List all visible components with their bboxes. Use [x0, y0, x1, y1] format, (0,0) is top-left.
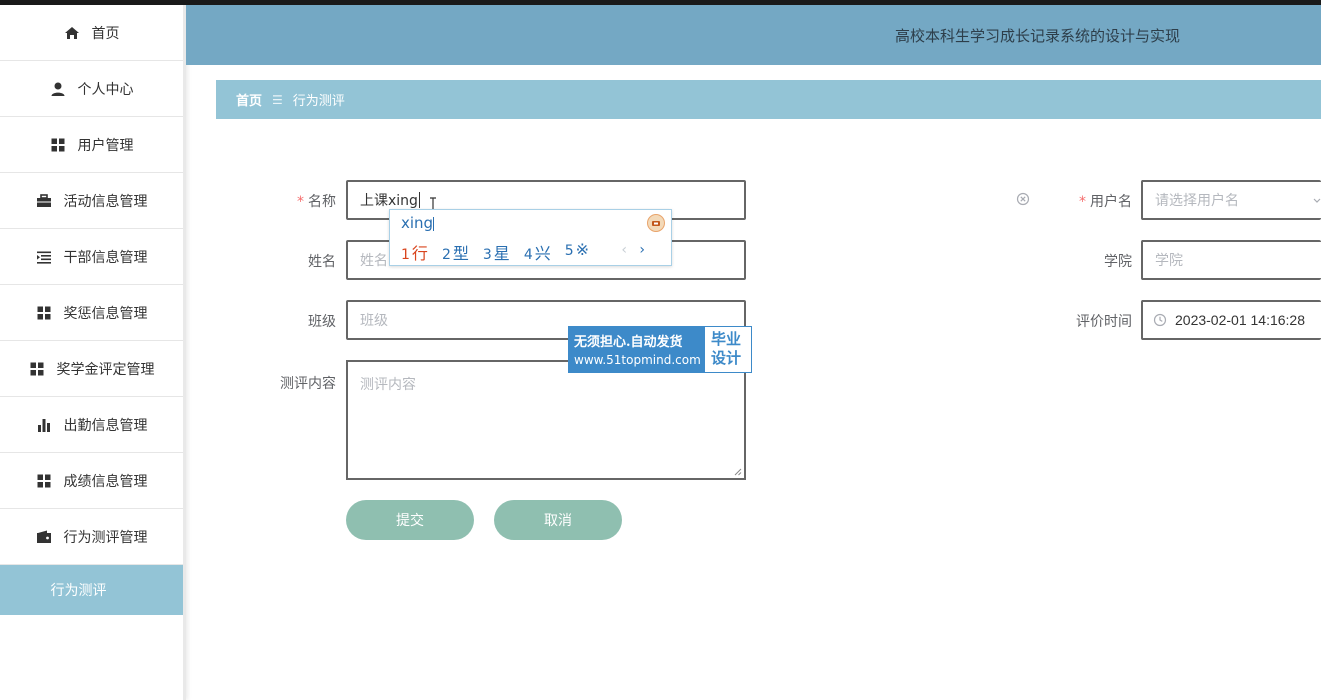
eval-time-label: 评价时间	[1076, 314, 1132, 330]
college-input-placeholder: 学院	[1155, 253, 1183, 269]
sidebar-subitem-behavior-eval[interactable]: 行为测评	[0, 565, 183, 615]
ime-candidate-list: 1行 2型 3星 4兴 5 ※	[401, 240, 603, 264]
clock-icon	[1153, 313, 1167, 327]
sidebar-item-grades[interactable]: 成绩信息管理	[0, 453, 183, 509]
breadcrumb-separator-icon: ☰	[272, 92, 283, 107]
required-mark: *	[297, 194, 304, 210]
breadcrumb: 首页 ☰ 行为测评	[216, 80, 1321, 119]
sidebar-item-scholarship[interactable]: 奖学金评定管理	[0, 341, 183, 397]
content-textarea[interactable]: 测评内容	[346, 360, 746, 480]
chevron-down-icon	[1313, 198, 1321, 203]
class-label: 班级	[308, 314, 336, 330]
breadcrumb-home[interactable]: 首页	[236, 90, 262, 109]
ime-composition: xing	[401, 214, 435, 232]
college-input[interactable]: 学院	[1141, 240, 1321, 280]
ime-pager: ‹ ›	[621, 242, 645, 258]
sidebar-subitem-label: 行为测评	[50, 583, 107, 599]
sidebar-item-label: 成绩信息管理	[63, 473, 148, 490]
sidebar-item-attendance[interactable]: 出勤信息管理	[0, 397, 183, 453]
ime-candidate[interactable]: 3星	[483, 240, 510, 264]
name-input-value: 上课xing	[360, 193, 418, 209]
cancel-button[interactable]: 取消	[494, 500, 622, 540]
sidebar-item-label: 行为测评管理	[63, 529, 148, 546]
ime-logo-icon[interactable]	[647, 214, 665, 232]
eval-time-picker[interactable]: 2023-02-01 14:16:28	[1141, 300, 1321, 340]
sidebar-item-user-management[interactable]: 用户管理	[0, 117, 183, 173]
sidebar-item-home[interactable]: 首页	[0, 5, 183, 61]
sidebar-item-activity-info[interactable]: 活动信息管理	[0, 173, 183, 229]
watermark-line2: www.51topmind.com	[574, 353, 701, 367]
list-icon	[36, 249, 52, 265]
fullname-label: 姓名	[308, 254, 336, 270]
class-input-placeholder: 班级	[360, 313, 388, 329]
sidebar-item-cadre-info[interactable]: 干部信息管理	[0, 229, 183, 285]
sidebar-item-personal-center[interactable]: 个人中心	[0, 61, 183, 117]
content-textarea-placeholder: 测评内容	[360, 377, 416, 393]
ime-prev-icon[interactable]: ‹	[621, 242, 627, 258]
grid-icon	[50, 137, 66, 153]
sidebar-item-label: 奖惩信息管理	[63, 305, 148, 322]
college-label: 学院	[1104, 254, 1132, 270]
ime-composition-text: xing	[401, 214, 434, 232]
top-header: 高校本科生学习成长记录系统的设计与实现	[186, 5, 1321, 65]
fullname-input-placeholder: 姓名	[360, 253, 388, 269]
watermark-line1: 无须担心.自动发货	[574, 335, 683, 350]
grid-icon	[29, 361, 45, 377]
required-mark: *	[1079, 194, 1086, 210]
bar-chart-icon	[36, 417, 52, 433]
sidebar-item-reward-punish[interactable]: 奖惩信息管理	[0, 285, 183, 341]
clear-circle-icon[interactable]	[1016, 192, 1030, 206]
watermark-badge: 无须担心.自动发货 www.51topmind.com 毕业 设计	[568, 326, 752, 373]
username-select-placeholder: 请选择用户名	[1155, 193, 1239, 209]
home-icon	[64, 25, 80, 41]
sidebar-item-label: 个人中心	[77, 81, 134, 98]
sidebar-item-label: 首页	[91, 25, 120, 42]
system-title: 高校本科生学习成长记录系统的设计与实现	[895, 27, 1181, 45]
sidebar-item-label: 干部信息管理	[63, 249, 148, 266]
username-label: * 用户名	[1078, 191, 1132, 211]
eval-time-value: 2023-02-01 14:16:28	[1175, 312, 1305, 328]
ime-candidate-window: xing 1行 2型 3星 4兴 5 ※ ‹ ›	[389, 209, 672, 266]
watermark-right1: 毕业	[711, 330, 742, 348]
sidebar: 首页 个人中心 用户管理 活动信息管理 干部信息管理 奖惩信息管理 奖学金评定管…	[0, 5, 186, 700]
grid-icon	[36, 305, 52, 321]
ime-candidate[interactable]: 5 ※	[565, 240, 589, 264]
sidebar-item-behavior-eval-management[interactable]: 行为测评管理	[0, 509, 183, 565]
breadcrumb-current: 行为测评	[292, 94, 345, 109]
content-label: 测评内容	[280, 376, 336, 392]
briefcase-icon	[36, 193, 52, 209]
name-label: * 名称	[290, 191, 336, 211]
resize-handle-icon[interactable]	[734, 468, 742, 476]
name-label-text: 名称	[308, 194, 336, 210]
sidebar-item-label: 出勤信息管理	[63, 417, 148, 434]
user-icon	[50, 81, 66, 97]
username-label-text: 用户名	[1090, 194, 1132, 210]
sidebar-item-label: 活动信息管理	[63, 193, 148, 210]
ime-candidate[interactable]: 2型	[442, 240, 469, 264]
wallet-icon	[36, 529, 52, 545]
watermark-right2: 设计	[711, 349, 742, 367]
grid-icon	[36, 473, 52, 489]
ime-candidate[interactable]: 1行	[401, 240, 428, 264]
sidebar-item-label: 用户管理	[77, 137, 134, 154]
ime-candidate[interactable]: 4兴	[524, 240, 551, 264]
submit-button[interactable]: 提交	[346, 500, 474, 540]
username-select[interactable]: 请选择用户名	[1141, 180, 1321, 220]
ime-caret	[433, 216, 435, 231]
text-caret	[418, 192, 420, 208]
sidebar-item-label: 奖学金评定管理	[56, 361, 155, 378]
ime-next-icon[interactable]: ›	[639, 242, 645, 258]
